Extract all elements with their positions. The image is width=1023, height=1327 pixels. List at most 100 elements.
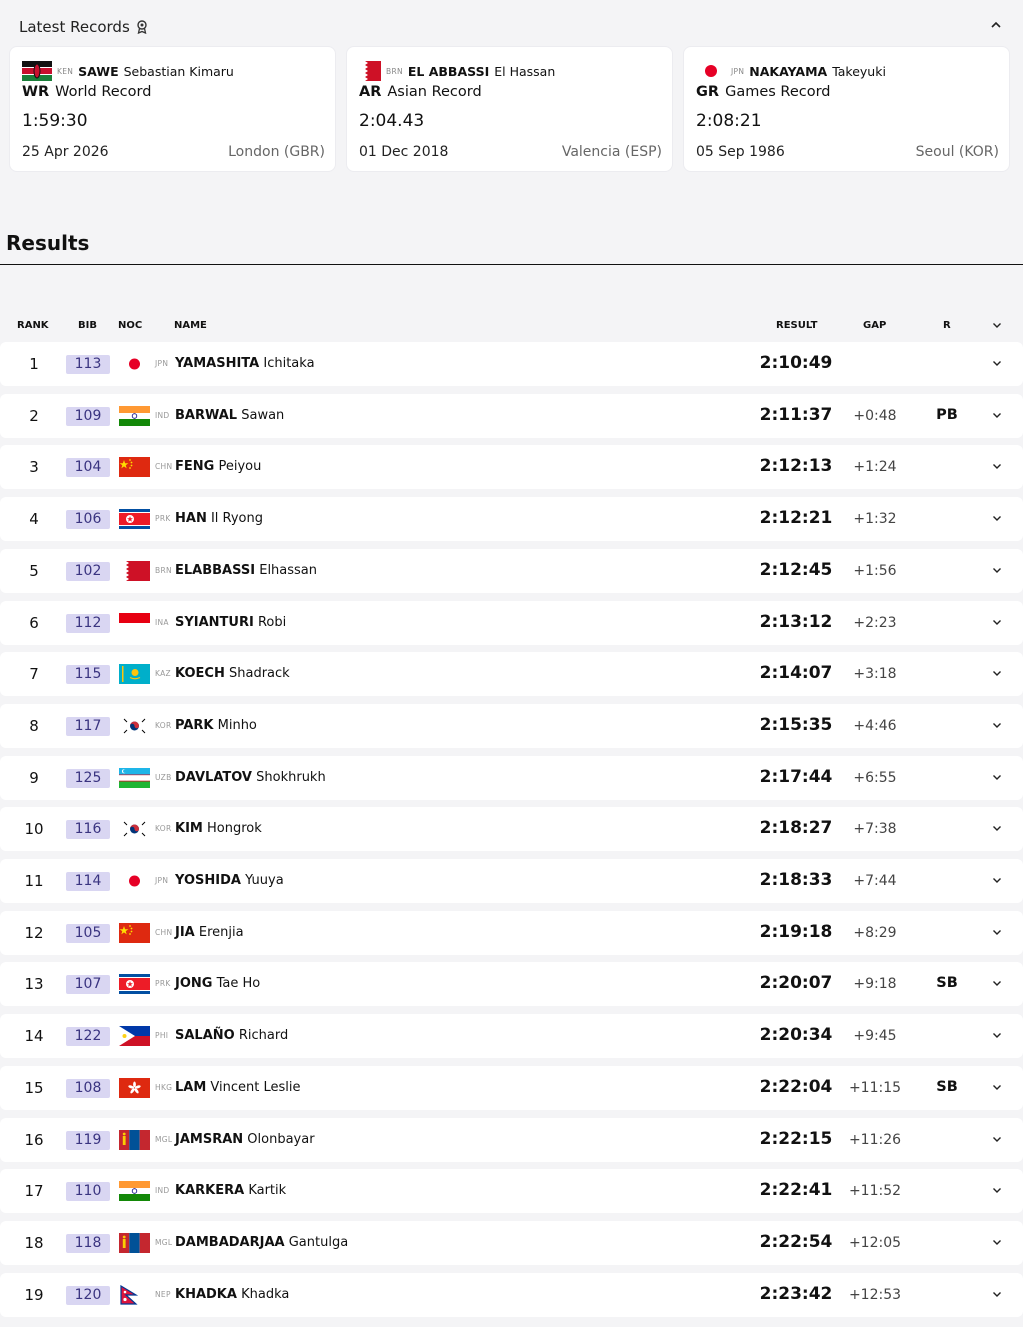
chevron-down-icon[interactable]: [991, 667, 1003, 679]
header-name[interactable]: NAME: [174, 320, 207, 331]
chevron-down-icon[interactable]: [991, 977, 1003, 989]
chevron-down-icon[interactable]: [991, 822, 1003, 834]
row-athlete-name[interactable]: DAVLATOV Shokhrukh: [175, 770, 326, 785]
row-athlete-name[interactable]: JAMSRAN Olonbayar: [175, 1132, 315, 1147]
table-row[interactable]: 4 106 PRK HAN Il Ryong 2:12:21 +1:32: [0, 497, 1023, 541]
table-row[interactable]: 2 109 IND BARWAL Sawan 2:11:37 +0:48 PB: [0, 394, 1023, 438]
row-noc: KAZ: [155, 669, 171, 678]
table-row[interactable]: 7 115 KAZ KOECH Shadrack 2:14:07 +3:18: [0, 652, 1023, 696]
record-given-name[interactable]: Sebastian Kimaru: [124, 64, 234, 79]
latest-records-header: Latest Records: [19, 18, 148, 36]
table-row[interactable]: 13 107 PRK JONG Tae Ho 2:20:07 +9:18 SB: [0, 962, 1023, 1006]
chevron-down-icon[interactable]: [991, 771, 1003, 783]
row-athlete-name[interactable]: YAMASHITA Ichitaka: [175, 356, 315, 371]
chevron-down-icon[interactable]: [991, 1184, 1003, 1196]
table-row[interactable]: 6 112 INA SYIANTURI Robi 2:13:12 +2:23: [0, 601, 1023, 645]
record-surname[interactable]: EL ABBASSI: [408, 64, 489, 79]
row-athlete-name[interactable]: SYIANTURI Robi: [175, 615, 286, 630]
row-given-name: Robi: [257, 615, 287, 630]
medal-icon: [137, 20, 147, 34]
record-card-world[interactable]: KEN SAWE Sebastian Kimaru WR World Record…: [9, 46, 336, 172]
chevron-down-icon[interactable]: [991, 409, 1003, 421]
record-surname[interactable]: NAKAYAMA: [749, 64, 827, 79]
row-rank: 14: [24, 1027, 44, 1045]
table-row[interactable]: 9 125 UZB DAVLATOV Shokhrukh 2:17:44 +6:55: [0, 756, 1023, 800]
record-surname[interactable]: SAWE: [78, 64, 118, 79]
row-athlete-name[interactable]: SALAÑO Richard: [175, 1028, 288, 1043]
table-row[interactable]: 14 122 PHI SALAÑO Richard 2:20:34 +9:45: [0, 1014, 1023, 1058]
chevron-down-icon[interactable]: [991, 460, 1003, 472]
row-given-name: Olonbayar: [247, 1132, 315, 1147]
chevron-up-icon[interactable]: [989, 18, 1003, 32]
row-athlete-name[interactable]: JONG Tae Ho: [175, 976, 260, 991]
row-athlete-name[interactable]: BARWAL Sawan: [175, 408, 284, 423]
row-gap: +9:45: [853, 1028, 897, 1044]
table-row[interactable]: 15 108 HKG LAM Vincent Leslie 2:22:04 +11:15 S…: [0, 1066, 1023, 1110]
table-row[interactable]: 5 102 BRN ELABBASSI Elhassan 2:12:45 +1:56: [0, 549, 1023, 593]
row-given-name: Il Ryong: [210, 511, 264, 526]
chevron-down-icon[interactable]: [991, 1029, 1003, 1041]
row-athlete-name[interactable]: KIM Hongrok: [175, 821, 262, 836]
latest-records-title: Latest Records: [19, 18, 130, 36]
row-surname: LAM: [175, 1080, 207, 1095]
row-bib: 113: [66, 355, 110, 374]
chevron-down-icon[interactable]: [991, 926, 1003, 938]
row-noc: BRN: [155, 566, 172, 575]
row-result: 2:23:42: [759, 1284, 833, 1304]
record-given-name[interactable]: El Hassan: [494, 64, 555, 79]
header-result[interactable]: RESULT: [776, 320, 817, 331]
table-row[interactable]: 8 117 KOR PARK Minho 2:15:35 +4:46: [0, 704, 1023, 748]
row-athlete-name[interactable]: JIA Erenjia: [175, 925, 244, 940]
chevron-down-icon[interactable]: [991, 1133, 1003, 1145]
row-result: 2:20:07: [759, 973, 833, 993]
record-card-asian[interactable]: BRN EL ABBASSI El Hassan AR Asian Record …: [346, 46, 673, 172]
table-row[interactable]: 17 110 IND KARKERA Kartik 2:22:41 +11:52: [0, 1169, 1023, 1213]
chevron-down-icon[interactable]: [991, 512, 1003, 524]
table-row[interactable]: 12 105 CHN JIA Erenjia 2:19:18 +8:29: [0, 911, 1023, 955]
row-athlete-name[interactable]: FENG Peiyou: [175, 459, 261, 474]
row-athlete-name[interactable]: HAN Il Ryong: [175, 511, 263, 526]
table-row[interactable]: 3 104 CHN FENG Peiyou 2:12:13 +1:24: [0, 445, 1023, 489]
row-athlete-name[interactable]: PARK Minho: [175, 718, 257, 733]
record-given-name[interactable]: Takeyuki: [832, 64, 886, 79]
row-bib: 106: [66, 510, 110, 529]
row-given-name: Minho: [217, 718, 257, 733]
chevron-down-icon[interactable]: [991, 357, 1003, 369]
row-athlete-name[interactable]: DAMBADARJAA Gantulga: [175, 1235, 348, 1250]
header-rank[interactable]: RANK: [17, 320, 49, 331]
flag-brn-icon: [119, 561, 150, 581]
row-rank: 3: [29, 458, 39, 476]
row-result: 2:13:12: [759, 612, 833, 632]
header-gap[interactable]: GAP: [863, 320, 886, 331]
header-noc[interactable]: NOC: [118, 320, 142, 331]
table-row[interactable]: 18 118 MGL DAMBADARJAA Gantulga 2:22:54 +12:0…: [0, 1221, 1023, 1265]
row-surname: BARWAL: [175, 408, 238, 423]
chevron-down-icon[interactable]: [991, 1236, 1003, 1248]
expand-all-chevron-icon[interactable]: [991, 319, 1003, 331]
table-row[interactable]: 10 116 KOR KIM Hongrok 2:18:27 +7:38: [0, 807, 1023, 851]
header-bib[interactable]: BIB: [78, 320, 97, 331]
row-result: 2:17:44: [759, 767, 833, 787]
table-row[interactable]: 1 113 JPN YAMASHITA Ichitaka 2:10:49: [0, 342, 1023, 386]
row-bib: 110: [66, 1182, 110, 1201]
chevron-down-icon[interactable]: [991, 564, 1003, 576]
row-bib: 112: [66, 614, 110, 633]
chevron-down-icon[interactable]: [991, 1081, 1003, 1093]
row-athlete-name[interactable]: KHADKA Khadka: [175, 1287, 289, 1302]
record-card-games[interactable]: JPN NAKAYAMA Takeyuki GR Games Record 2:0…: [683, 46, 1010, 172]
chevron-down-icon[interactable]: [991, 719, 1003, 731]
row-athlete-name[interactable]: KARKERA Kartik: [175, 1183, 286, 1198]
table-row[interactable]: 11 114 JPN YOSHIDA Yuuya 2:18:33 +7:44: [0, 859, 1023, 903]
header-record[interactable]: R: [943, 320, 951, 331]
row-athlete-name[interactable]: YOSHIDA Yuuya: [175, 873, 284, 888]
chevron-down-icon[interactable]: [991, 616, 1003, 628]
row-athlete-name[interactable]: KOECH Shadrack: [175, 666, 290, 681]
chevron-down-icon[interactable]: [991, 1288, 1003, 1300]
chevron-down-icon[interactable]: [991, 874, 1003, 886]
flag-hkg-icon: [119, 1078, 150, 1098]
row-bib: 119: [66, 1131, 110, 1150]
table-row[interactable]: 16 119 MGL JAMSRAN Olonbayar 2:22:15 +11:26: [0, 1118, 1023, 1162]
table-row[interactable]: 19 120 NEP KHADKA Khadka 2:23:42 +12:53: [0, 1273, 1023, 1317]
row-athlete-name[interactable]: LAM Vincent Leslie: [175, 1080, 301, 1095]
row-athlete-name[interactable]: ELABBASSI Elhassan: [175, 563, 317, 578]
